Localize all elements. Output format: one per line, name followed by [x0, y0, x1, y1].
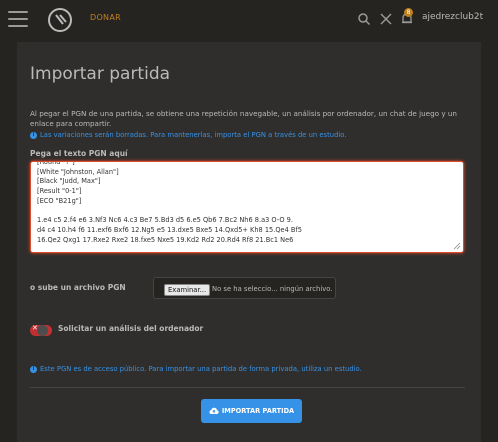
pgn-line: [Black "Judd, Max"]	[37, 177, 101, 186]
pgn-textarea[interactable]: [Round "?"] [White "Johnston, Allan"] [Bla…	[30, 161, 464, 253]
pgn-line: 1.e4 c5 2.f4 e6 3.Nf3 Nc6 4.c3 Be7 5.Bd3…	[37, 216, 293, 225]
logo-icon[interactable]	[47, 7, 73, 33]
resize-grip-icon[interactable]	[453, 242, 461, 250]
file-status: No se ha selecciо... ningún archivo.	[212, 285, 333, 293]
pgn-line: [Round "?"]	[37, 161, 75, 166]
cloud-upload-icon	[209, 407, 219, 414]
toggle-knob	[37, 325, 48, 336]
search-icon[interactable]	[357, 12, 371, 26]
pgn-line: [Result "0-1"]	[37, 187, 82, 196]
username-link[interactable]: ajedrezclub2t	[422, 12, 483, 22]
pgn-line	[37, 207, 463, 217]
public-note-text: Este PGN es de acceso público. Para impo…	[40, 365, 362, 373]
import-button[interactable]: IMPORTAR PARTIDA	[201, 399, 302, 423]
import-panel: Importar partida Al pegar el PGN de una …	[17, 42, 481, 442]
import-button-label: IMPORTAR PARTIDA	[221, 407, 295, 415]
pgn-label: Pega el texto PGN aquí	[30, 149, 128, 158]
menu-icon[interactable]	[8, 11, 28, 27]
donate-link[interactable]: DONAR	[90, 13, 121, 22]
notification-badge: 8	[404, 8, 413, 17]
pgn-line: [White "Johnston, Allan"]	[37, 167, 119, 176]
info-icon: i	[30, 365, 37, 373]
pgn-line: [ECO "B21g"]	[37, 196, 82, 205]
top-bar: DONAR 8 ajedrezclub2t	[0, 0, 498, 38]
pgn-line: 16.Qe2 Qxg1 17.Rxe2 Rxe2 18.fxe5 Nxe5 19…	[37, 235, 294, 244]
upload-label: o sube un archivo PGN	[30, 283, 126, 292]
analysis-toggle-label: Solicitar un análisis del ordenador	[58, 324, 204, 333]
analysis-toggle[interactable]: ✕	[30, 324, 52, 336]
public-note: i Este PGN es de acceso público. Para imp…	[30, 365, 470, 373]
variations-note: i Las variaciones serán borradas. Para ma…	[30, 131, 470, 140]
browse-button[interactable]: Examinar...	[164, 284, 211, 296]
pgn-line: d4 c4 10.h4 f6 11.exf6 Bxf6 12.Ng5 e5 13…	[37, 225, 302, 234]
page-title: Importar partida	[30, 64, 171, 84]
info-icon: i	[30, 131, 37, 139]
intro-text: Al pegar el PGN de una partida, se obtie…	[30, 109, 457, 128]
crossed-swords-icon[interactable]	[379, 12, 393, 26]
file-input[interactable]: Examinar... No se ha selecciо... ningún …	[153, 277, 336, 299]
variations-note-text: Las variaciones serán borradas. Para man…	[40, 131, 347, 139]
divider	[30, 387, 465, 388]
